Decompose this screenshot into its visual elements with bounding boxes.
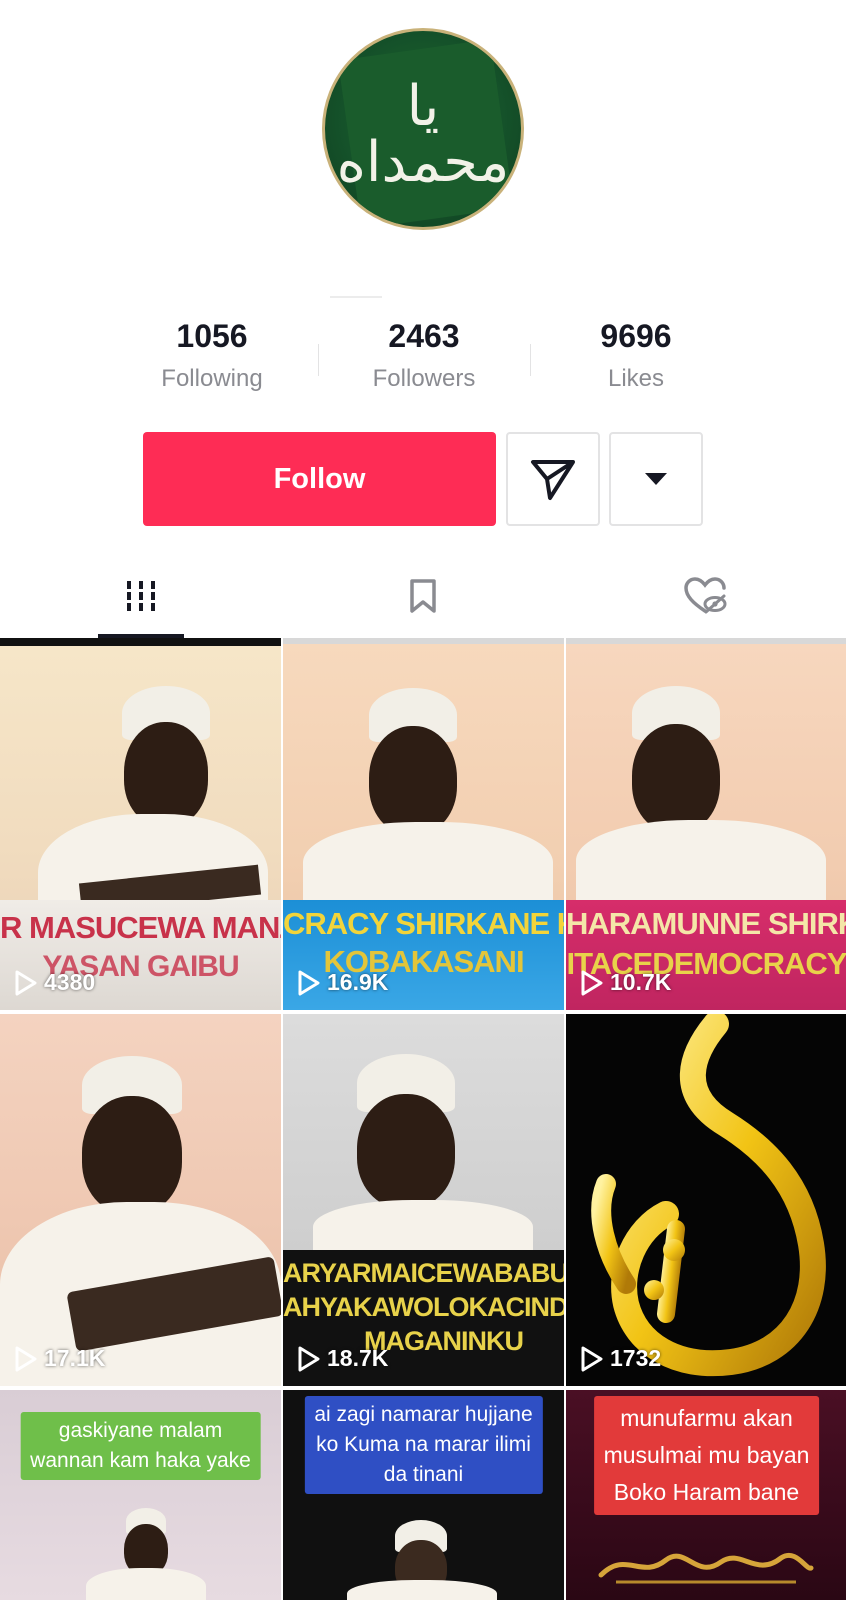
liked-hidden-icon xyxy=(684,577,727,614)
video-caption-line: AHYAKAWOLOKACINDAZAI xyxy=(283,1292,564,1322)
video-caption-line: Boko Haram bane xyxy=(613,1479,800,1505)
video-views: 4380 xyxy=(14,969,95,996)
video-caption-bubble: gaskiyane malam wannan kam haka yake xyxy=(20,1412,261,1480)
video-thumbnail[interactable]: munufarmu akan musulmai mu bayan Boko Ha… xyxy=(566,1390,846,1600)
play-icon xyxy=(15,1346,37,1371)
stat-likes[interactable]: 9696 Likes xyxy=(530,316,742,406)
video-caption-line: musulmai mu bayan xyxy=(603,1442,810,1468)
video-thumbnail[interactable]: gaskiyane malam wannan kam haka yake xyxy=(0,1390,281,1600)
avatar-calligraphy: يا محمداه xyxy=(336,74,510,195)
stat-likes-value: 9696 xyxy=(600,318,672,354)
video-thumbnail[interactable]: R MASUCEWA MANZONA YASAN GAIBU 4380 xyxy=(0,638,281,1010)
tab-liked[interactable] xyxy=(645,556,765,636)
stat-followers-label: Followers xyxy=(372,365,476,392)
stat-following[interactable]: 1056 Following xyxy=(106,316,318,406)
video-view-count: 1732 xyxy=(610,1345,662,1371)
gold-calligraphy-ornament xyxy=(598,1553,814,1584)
video-thumbnail[interactable]: 17.1K xyxy=(0,1014,281,1386)
video-views: 16.9K xyxy=(297,969,388,996)
play-icon xyxy=(298,1346,320,1371)
profile-tabs xyxy=(0,556,846,638)
video-views: 18.7K xyxy=(297,1345,388,1372)
follow-button[interactable]: Follow xyxy=(143,432,496,526)
video-caption-line: ko Kuma na marar ilimi xyxy=(316,1433,531,1456)
video-view-count: 17.1K xyxy=(44,1345,106,1371)
video-caption-line: ARYARMAICEWABABUALLA xyxy=(283,1258,564,1288)
video-grid: R MASUCEWA MANZONA YASAN GAIBU 4380 CRAC… xyxy=(0,638,846,1600)
video-thumbnail[interactable]: ARYARMAICEWABABUALLA AHYAKAWOLOKACINDAZA… xyxy=(283,1014,564,1386)
video-caption-bubble: ai zagi namarar hujjane ko Kuma na marar… xyxy=(304,1396,543,1494)
play-icon xyxy=(581,1346,603,1371)
play-icon xyxy=(15,970,37,995)
play-icon xyxy=(581,970,603,995)
stat-followers[interactable]: 2463 Followers xyxy=(318,316,530,406)
stat-likes-label: Likes xyxy=(607,365,665,392)
video-thumbnail[interactable]: CRACY SHIRKANE KO.KA KOBAKASANI 16.9K xyxy=(283,638,564,1010)
video-thumbnail[interactable]: 1732 xyxy=(566,1014,846,1386)
video-caption-line: ai zagi namarar hujjane xyxy=(314,1403,533,1426)
tab-videos[interactable] xyxy=(81,556,201,636)
video-thumbnail[interactable]: HARAMUNNE SHIRKA ITACEDEMOCRACY 10.7K xyxy=(566,638,846,1010)
video-caption-line: R MASUCEWA MANZONA xyxy=(0,910,281,945)
more-options-button[interactable] xyxy=(609,432,703,526)
avatar-image: يا محمداه xyxy=(322,28,524,230)
video-caption-line: CRACY SHIRKANE KO.KA xyxy=(283,906,564,941)
avatar-divider xyxy=(330,296,382,302)
play-icon xyxy=(298,970,320,995)
video-views: 1732 xyxy=(580,1345,661,1372)
video-caption-line: da tinani xyxy=(383,1463,464,1486)
video-caption-line: gaskiyane malam xyxy=(58,1419,223,1442)
video-caption-bubble: munufarmu akan musulmai mu bayan Boko Ha… xyxy=(593,1396,820,1515)
video-caption-line: wannan kam haka yake xyxy=(30,1449,251,1472)
allah-calligraphy-image xyxy=(591,1014,826,1377)
video-caption-line: munufarmu akan xyxy=(620,1405,793,1431)
caret-down-icon xyxy=(645,473,667,485)
stat-following-label: Following xyxy=(161,365,263,392)
profile-stats: 1056 Following 2463 Followers 9696 Likes xyxy=(106,316,742,406)
video-caption-line: HARAMUNNE SHIRKA xyxy=(566,906,846,941)
message-button[interactable] xyxy=(506,432,600,526)
video-view-count: 18.7K xyxy=(327,1345,389,1371)
video-views: 10.7K xyxy=(580,969,671,996)
video-view-count: 4380 xyxy=(44,969,96,995)
tab-saved[interactable] xyxy=(363,556,483,636)
video-views: 17.1K xyxy=(14,1345,105,1372)
grid-icon xyxy=(124,581,158,611)
send-icon xyxy=(531,460,575,500)
video-view-count: 16.9K xyxy=(327,969,389,995)
stat-following-value: 1056 xyxy=(176,318,248,354)
stat-followers-value: 2463 xyxy=(388,318,460,354)
bookmark-icon xyxy=(410,579,436,613)
profile-avatar[interactable]: يا محمداه xyxy=(322,28,524,230)
video-thumbnail[interactable]: ai zagi namarar hujjane ko Kuma na marar… xyxy=(283,1390,564,1600)
video-view-count: 10.7K xyxy=(610,969,672,995)
